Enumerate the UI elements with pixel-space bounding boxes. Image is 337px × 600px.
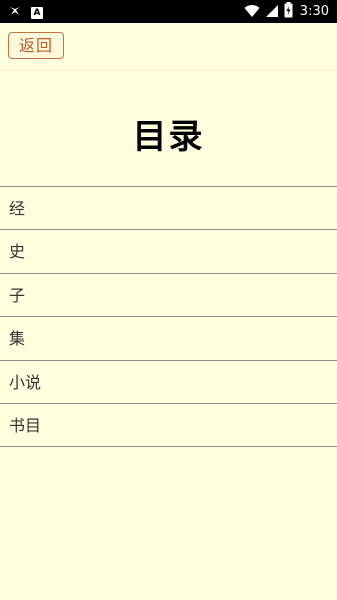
- menu-item-xiaoshuo[interactable]: 小说: [0, 361, 337, 404]
- battery-charging-icon: [284, 2, 293, 22]
- status-time: 3:30: [299, 4, 329, 19]
- wifi-icon: [244, 3, 260, 22]
- back-button[interactable]: 返回: [8, 32, 64, 59]
- menu-item-jing[interactable]: 经: [0, 187, 337, 231]
- app-a-icon: A: [31, 6, 43, 19]
- bug-icon: [8, 3, 22, 22]
- page-title: 目录: [132, 117, 205, 157]
- menu-item-shi[interactable]: 史: [0, 230, 337, 274]
- signal-icon: [265, 3, 279, 22]
- catalog-list: 经 史 子 集 小说 书目: [0, 186, 337, 448]
- menu-item-zi[interactable]: 子: [0, 274, 337, 318]
- menu-item-shumu[interactable]: 书目: [0, 404, 337, 448]
- top-bar: 返回: [0, 23, 337, 71]
- menu-item-ji[interactable]: 集: [0, 317, 337, 361]
- status-bar: A 3:30: [0, 0, 337, 23]
